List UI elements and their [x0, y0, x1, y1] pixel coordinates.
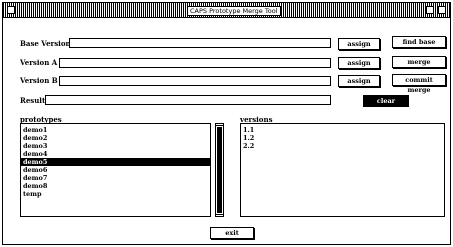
list-item[interactable]: 1.2: [241, 134, 444, 142]
scrollbar-thumb[interactable]: [217, 127, 222, 213]
result-label: Result: [20, 96, 46, 105]
minimize-icon[interactable]: [426, 6, 434, 14]
clear-button[interactable]: clear: [363, 95, 409, 107]
assign-base-button[interactable]: assign: [338, 38, 380, 50]
scroll-down-arrow[interactable]: [216, 214, 223, 216]
list-item[interactable]: 2.2: [241, 142, 444, 150]
versions-list[interactable]: 1.1 1.2 2.2: [240, 123, 445, 217]
scroll-up-arrow[interactable]: [216, 124, 223, 126]
exit-button[interactable]: exit: [210, 227, 254, 239]
merge-button[interactable]: merge: [392, 56, 446, 68]
base-version-label: Base Version: [20, 39, 71, 48]
window-title: CAPS Prototype Merge Tool: [187, 6, 281, 16]
list-item[interactable]: temp: [21, 190, 210, 198]
version-b-field[interactable]: [59, 76, 331, 86]
list-item[interactable]: demo3: [21, 142, 210, 150]
merge-tool-window: CAPS Prototype Merge Tool Base Version a…: [2, 2, 451, 245]
list-item[interactable]: demo7: [21, 174, 210, 182]
version-a-field[interactable]: [59, 58, 331, 68]
list-item-selected[interactable]: demo5: [21, 158, 210, 166]
title-bar[interactable]: CAPS Prototype Merge Tool: [3, 3, 450, 18]
list-item[interactable]: demo8: [21, 182, 210, 190]
list-item[interactable]: demo2: [21, 134, 210, 142]
base-version-field[interactable]: [69, 38, 331, 48]
window-menu-icon[interactable]: [7, 6, 15, 14]
version-b-label: Version B: [20, 76, 58, 85]
assign-a-button[interactable]: assign: [338, 57, 380, 69]
commit-merge-button[interactable]: commit merge: [392, 74, 446, 94]
version-a-label: Version A: [20, 58, 58, 67]
assign-b-button[interactable]: assign: [338, 75, 380, 87]
prototypes-scrollbar[interactable]: [215, 123, 224, 217]
result-field[interactable]: [45, 95, 331, 105]
find-base-button[interactable]: find base: [392, 36, 446, 48]
maximize-icon[interactable]: [438, 6, 446, 14]
list-item[interactable]: demo1: [21, 126, 210, 134]
prototypes-list[interactable]: demo1 demo2 demo3 demo4 demo5 demo6 demo…: [20, 123, 211, 217]
list-item[interactable]: demo6: [21, 166, 210, 174]
list-item[interactable]: demo4: [21, 150, 210, 158]
list-item[interactable]: 1.1: [241, 126, 444, 134]
